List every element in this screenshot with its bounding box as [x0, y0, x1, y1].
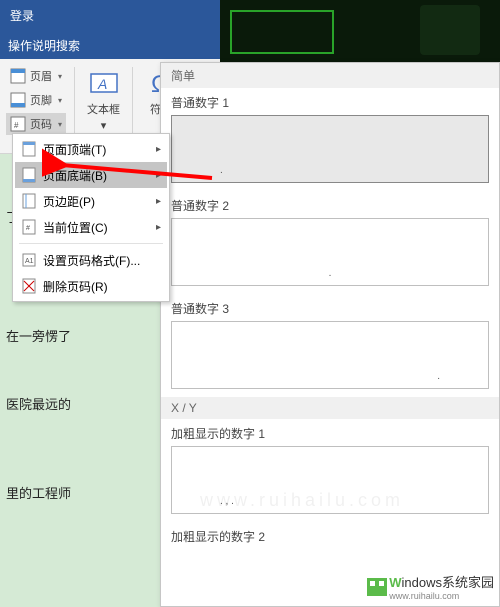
footer-button[interactable]: 页脚▾ — [6, 89, 66, 111]
submenu-arrow-icon: ▸ — [156, 144, 161, 155]
menu-item-current-position[interactable]: # 当前位置(C) ▸ — [15, 214, 167, 240]
gallery-item-label: 普通数字 2 — [161, 191, 499, 216]
submenu-arrow-icon: ▸ — [156, 196, 161, 207]
gallery-section-simple: 简单 — [161, 63, 499, 88]
doc-text: 医院最远的 — [6, 391, 154, 420]
gallery-item-label: 加粗显示的数字 2 — [161, 522, 499, 547]
menu-item-remove-page-numbers[interactable]: 删除页码(R) — [15, 273, 167, 299]
page-margin-icon — [21, 193, 37, 209]
submenu-arrow-icon: ▸ — [156, 170, 161, 181]
page-number-button[interactable]: # 页码▾ — [6, 113, 66, 135]
remove-icon — [21, 278, 37, 294]
tell-me-search[interactable]: 操作说明搜索 — [8, 37, 80, 54]
page-number-gallery: 简单 普通数字 1 . 普通数字 2 . 普通数字 3 . X / Y 加粗显示… — [160, 62, 500, 607]
footer-icon — [10, 92, 26, 108]
gallery-item-plain-2[interactable]: . — [171, 218, 489, 286]
doc-text: 在一旁愣了 — [6, 323, 154, 352]
gallery-item-label: 加粗显示的数字 1 — [161, 419, 499, 444]
header-button[interactable]: 页眉▾ — [6, 65, 66, 87]
svg-text:A1: A1 — [25, 258, 34, 265]
page-bottom-icon — [21, 167, 37, 183]
dropdown-arrow-icon: ▾ — [101, 119, 107, 132]
gallery-section-xy: X / Y — [161, 397, 499, 419]
svg-text:#: # — [14, 121, 19, 130]
dropdown-arrow-icon: ▾ — [58, 96, 62, 105]
menu-separator — [19, 243, 163, 244]
text-box-icon: A — [88, 67, 120, 99]
menu-item-top-of-page[interactable]: 页面顶端(T) ▸ — [15, 136, 167, 162]
header-icon — [10, 68, 26, 84]
dropdown-arrow-icon: ▾ — [58, 120, 62, 129]
login-label[interactable]: 登录 — [0, 7, 44, 24]
gallery-item-label: 普通数字 3 — [161, 294, 499, 319]
page-number-submenu: 页面顶端(T) ▸ 页面底端(B) ▸ 页边距(P) ▸ # 当前位置(C) ▸… — [12, 133, 170, 302]
page-top-icon — [21, 141, 37, 157]
svg-text:#: # — [26, 225, 30, 232]
submenu-arrow-icon: ▸ — [156, 222, 161, 233]
background-image — [220, 0, 500, 62]
menu-item-page-margins[interactable]: 页边距(P) ▸ — [15, 188, 167, 214]
windows-logo-icon — [367, 578, 387, 596]
doc-text: 里的工程师 — [6, 480, 154, 509]
menu-item-format-page-numbers[interactable]: A1 设置页码格式(F)... — [15, 247, 167, 273]
page-number-icon: # — [10, 116, 26, 132]
watermark-logo: Windows系统家园 www.ruihailu.com — [367, 572, 494, 601]
gallery-item-bold-1[interactable]: . , . — [171, 446, 489, 514]
format-icon: A1 — [21, 252, 37, 268]
menu-item-bottom-of-page[interactable]: 页面底端(B) ▸ — [15, 162, 167, 188]
gallery-item-plain-1[interactable]: . — [171, 115, 489, 183]
dropdown-arrow-icon: ▾ — [58, 72, 62, 81]
current-position-icon: # — [21, 219, 37, 235]
gallery-item-plain-3[interactable]: . — [171, 321, 489, 389]
svg-text:A: A — [97, 76, 107, 92]
gallery-item-label: 普通数字 1 — [161, 88, 499, 113]
